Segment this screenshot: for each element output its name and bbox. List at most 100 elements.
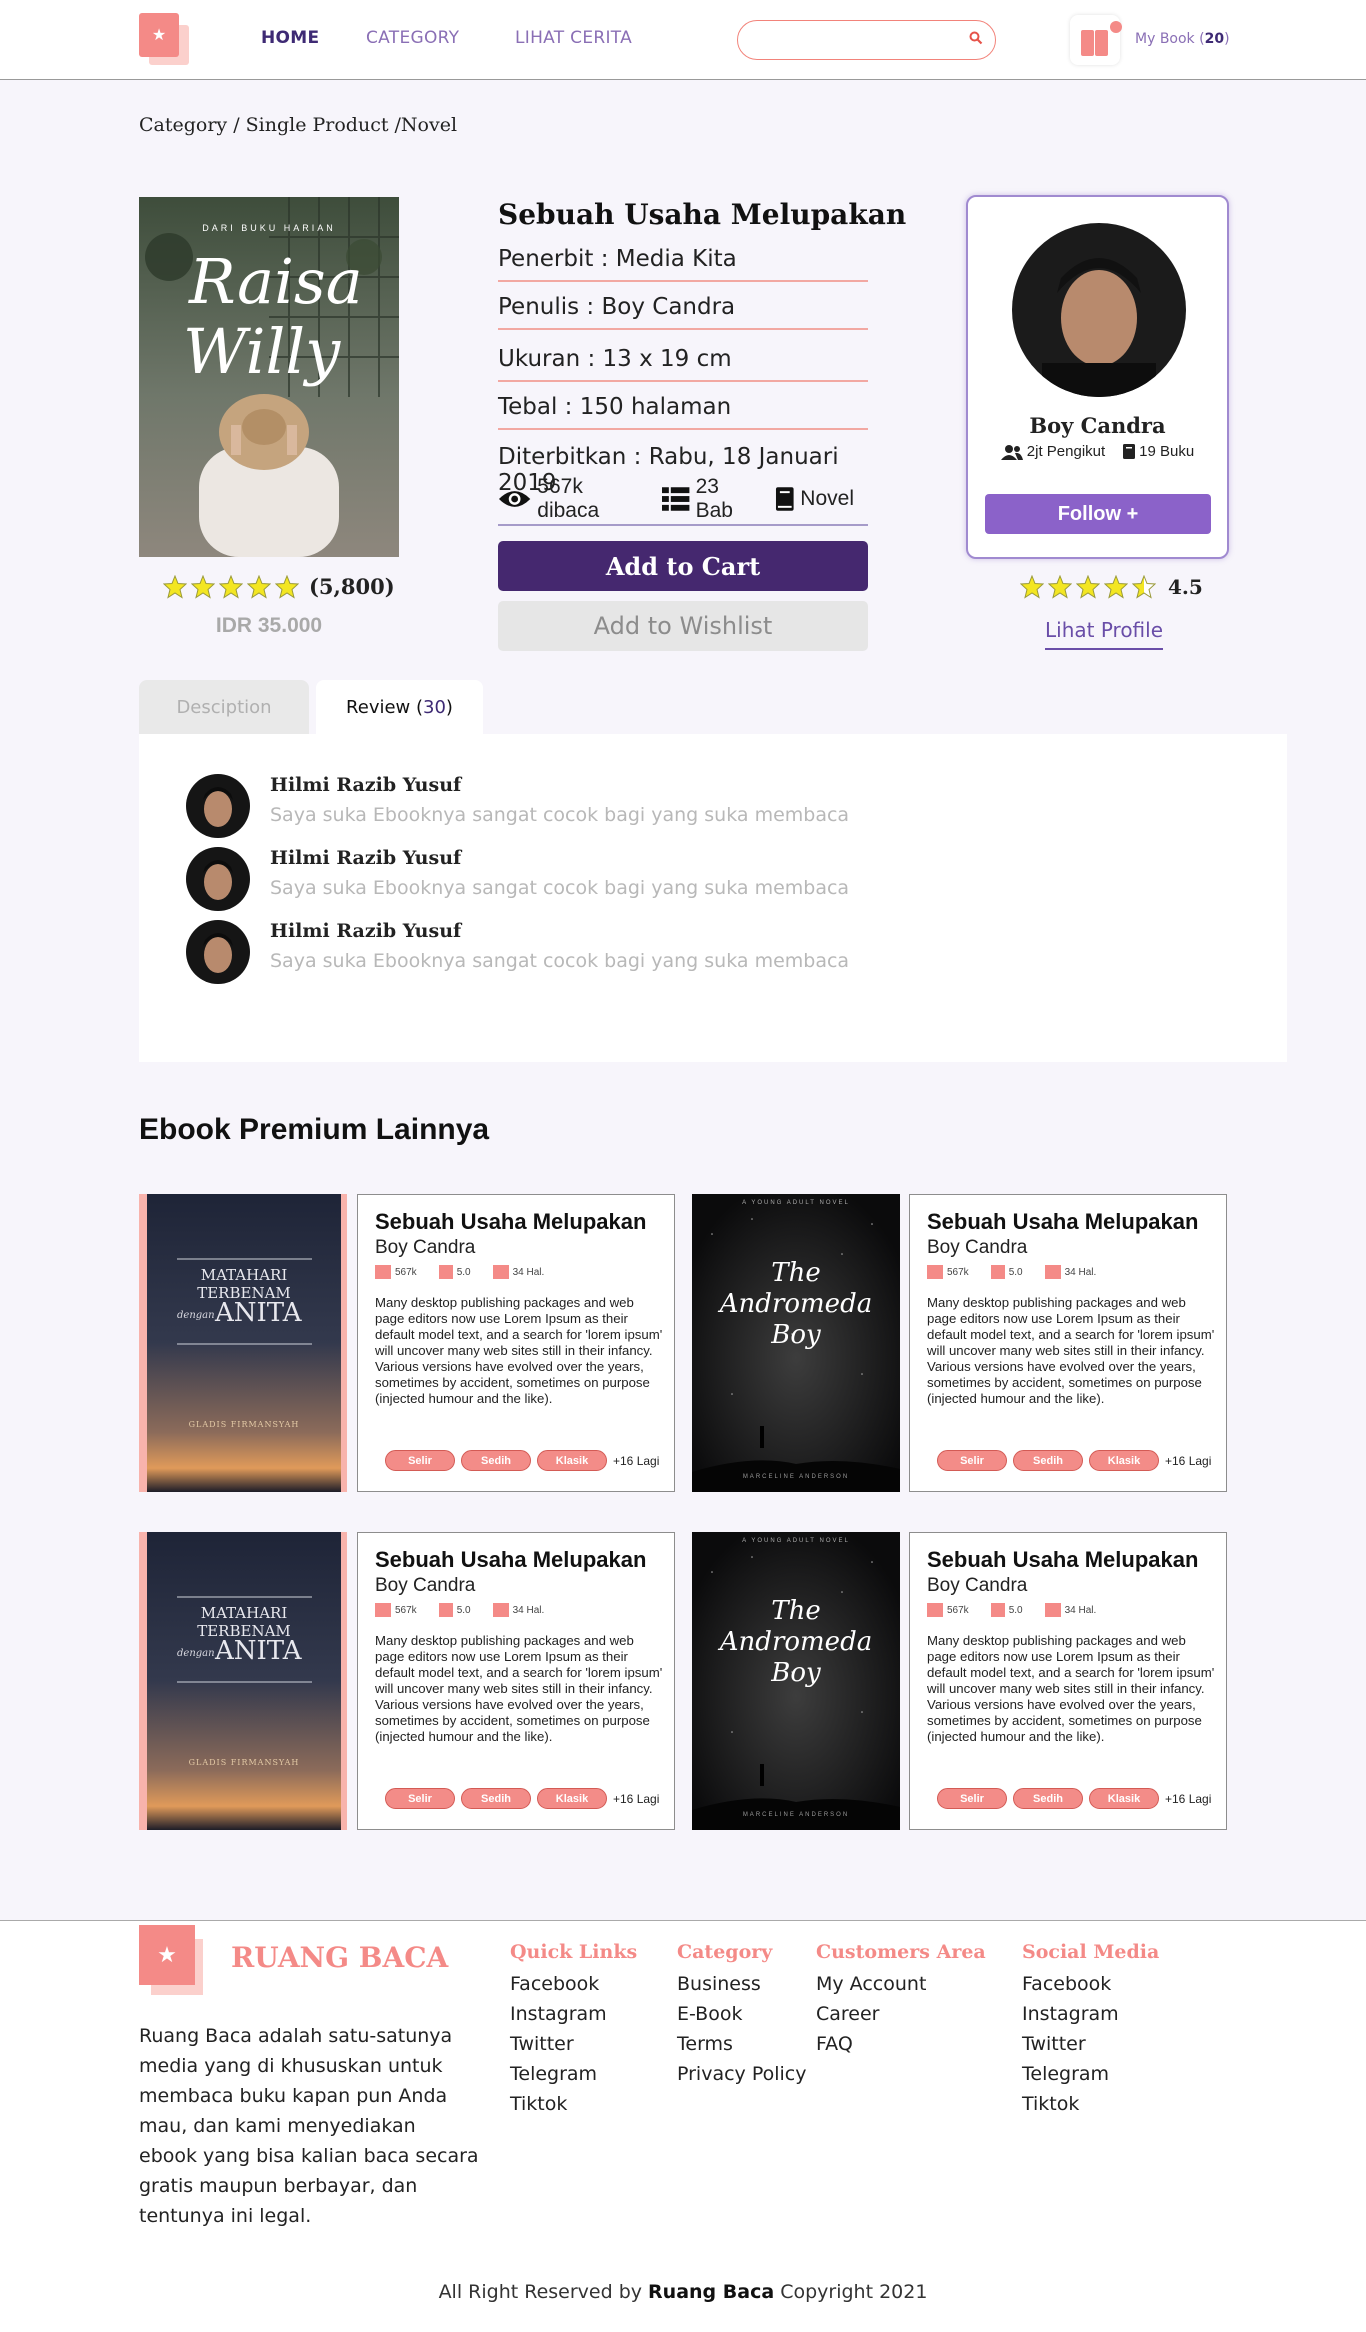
tag[interactable]: Selir <box>937 1450 1007 1471</box>
more-tags[interactable]: +16 Lagi <box>613 1454 659 1468</box>
cover-title: ANITA <box>215 1298 302 1328</box>
genre-label: Novel <box>800 487 854 510</box>
rating-count: (5,800) <box>309 574 395 599</box>
author-stats: 2jt Pengikut 19 Buku <box>968 443 1227 460</box>
reviewer-avatar <box>186 920 250 984</box>
cover-title: dengan <box>177 1310 215 1321</box>
nav-home[interactable]: HOME <box>261 28 319 48</box>
footer-link[interactable]: Telegram <box>510 2059 637 2089</box>
book-card[interactable]: Sebuah Usaha Melupakan Boy Candra 567k 5… <box>909 1194 1227 1492</box>
cover-title: MATAHARI <box>200 1604 288 1622</box>
book-card[interactable]: Sebuah Usaha Melupakan Boy Candra 567k 5… <box>909 1532 1227 1830</box>
star-icon <box>275 574 299 599</box>
book-title: Sebuah Usaha Melupakan <box>375 1209 647 1234</box>
more-tags[interactable]: +16 Lagi <box>1165 1454 1211 1468</box>
nav-category[interactable]: CATEGORY <box>366 28 459 48</box>
footer-link[interactable]: Instagram <box>510 1999 637 2029</box>
footer-link[interactable]: Instagram <box>1022 1999 1159 2029</box>
tab-review[interactable]: Review (30) <box>316 680 483 734</box>
half-star-icon <box>1132 575 1156 599</box>
tag[interactable]: Selir <box>385 1788 455 1809</box>
follow-button[interactable]: Follow + <box>985 494 1211 534</box>
footer-link[interactable]: Business <box>677 1969 806 1999</box>
footer-link[interactable]: Career <box>816 1999 986 2029</box>
footer-link[interactable]: Tiktok <box>510 2089 637 2119</box>
tag[interactable]: Klasik <box>537 1450 607 1471</box>
star-icon <box>247 574 271 599</box>
search-icon[interactable] <box>969 31 983 45</box>
mybook-link[interactable]: My Book (20) <box>1135 31 1230 47</box>
tag[interactable]: Sedih <box>461 1450 531 1471</box>
footer-link[interactable]: Telegram <box>1022 2059 1159 2089</box>
footer-link[interactable]: Facebook <box>1022 1969 1159 1999</box>
view-profile-link[interactable]: Lihat Profile <box>1045 618 1164 650</box>
mybook-count: 20 <box>1204 31 1225 47</box>
footer-link[interactable]: Tiktok <box>1022 2089 1159 2119</box>
footer-link[interactable]: My Account <box>816 1969 986 1999</box>
footer-link[interactable]: Privacy Policy <box>677 2059 806 2089</box>
chapter-count: 23 Bab <box>695 475 733 522</box>
book-title: Sebuah Usaha Melupakan <box>375 1547 647 1572</box>
tag[interactable]: Sedih <box>461 1788 531 1809</box>
author-card: Boy Candra 2jt Pengikut 19 Buku Follow + <box>966 195 1229 559</box>
book-cover[interactable]: A YOUNG ADULT NOVEL The Andromeda Boy MA… <box>692 1532 900 1830</box>
reviewer-name: Hilmi Razib Yusuf <box>270 774 462 796</box>
book-cover[interactable]: MATAHARI TERBENAM dengan ANITA GLADIS FI… <box>139 1194 347 1492</box>
review-count: 30 <box>423 696 446 718</box>
list-icon <box>1044 1603 1061 1617</box>
review-text: Saya suka Ebooknya sangat cocok bagi yan… <box>270 804 850 826</box>
tag[interactable]: Selir <box>385 1450 455 1471</box>
grid-icon <box>375 1265 391 1279</box>
author-rating: 4.5 <box>1020 575 1203 599</box>
book-card[interactable]: Sebuah Usaha Melupakan Boy Candra 567k 5… <box>357 1194 675 1492</box>
cover-label-top: A YOUNG ADULT NOVEL <box>742 1538 850 1544</box>
cover-label-top: DARI BUKU HARIAN <box>202 223 336 233</box>
cover-title: dengan <box>177 1648 215 1659</box>
cover-author: MARCELINE ANDERSON <box>742 1812 850 1818</box>
footer-link[interactable]: FAQ <box>816 2029 986 2059</box>
star-icon <box>1076 575 1100 599</box>
nav-lihat-cerita[interactable]: LIHAT CERITA <box>515 28 632 48</box>
more-tags[interactable]: +16 Lagi <box>1165 1792 1211 1806</box>
book-stats: 567k 5.0 34 Hal. <box>375 1265 566 1279</box>
notification-dot <box>1110 21 1122 33</box>
tag[interactable]: Sedih <box>1013 1450 1083 1471</box>
footer-quick-links: Quick Links Facebook Instagram Twitter T… <box>510 1941 637 2119</box>
breadcrumb: Category / Single Product /Novel <box>139 114 458 136</box>
rating-icon <box>438 1265 453 1279</box>
reviewer-name: Hilmi Razib Yusuf <box>270 920 462 942</box>
add-to-wishlist-button[interactable]: Add to Wishlist <box>498 601 868 651</box>
tab-description[interactable]: Desciption <box>139 680 309 734</box>
book-cover[interactable]: MATAHARI TERBENAM dengan ANITA GLADIS FI… <box>139 1532 347 1830</box>
list-icon <box>662 487 690 511</box>
more-tags[interactable]: +16 Lagi <box>613 1792 659 1806</box>
book-author: Boy Candra <box>375 1575 476 1596</box>
book-card[interactable]: Sebuah Usaha Melupakan Boy Candra 567k 5… <box>357 1532 675 1830</box>
product-pages: Tebal : 150 halaman <box>498 394 868 430</box>
footer-logo[interactable]: ★ <box>139 1925 203 1997</box>
product-meta: 567k dibaca 23 Bab Novel <box>498 475 868 526</box>
footer-customers-area: Customers Area My Account Career FAQ <box>816 1941 986 2059</box>
logo[interactable]: ★ <box>139 13 191 67</box>
footer-link[interactable]: Facebook <box>510 1969 637 1999</box>
add-to-cart-button[interactable]: Add to Cart <box>498 541 868 591</box>
mybook-icon[interactable] <box>1070 15 1122 65</box>
footer-link[interactable]: E-Book <box>677 1999 806 2029</box>
reviewer-avatar <box>186 847 250 911</box>
rating-icon <box>990 1603 1005 1617</box>
book-stats: 567k 5.0 34 Hal. <box>375 1603 566 1617</box>
book-cover[interactable]: A YOUNG ADULT NOVEL The Andromeda Boy MA… <box>692 1194 900 1492</box>
cover-title: Andromeda <box>719 1289 873 1319</box>
tag[interactable]: Sedih <box>1013 1788 1083 1809</box>
list-icon <box>492 1603 509 1617</box>
tag[interactable]: Klasik <box>1089 1450 1159 1471</box>
tag[interactable]: Selir <box>937 1788 1007 1809</box>
search-input[interactable] <box>737 20 996 60</box>
footer-link[interactable]: Terms <box>677 2029 806 2059</box>
tag[interactable]: Klasik <box>1089 1788 1159 1809</box>
cover-author: MARCELINE ANDERSON <box>742 1474 850 1480</box>
footer-link[interactable]: Twitter <box>1022 2029 1159 2059</box>
footer-link[interactable]: Twitter <box>510 2029 637 2059</box>
tag[interactable]: Klasik <box>537 1788 607 1809</box>
copyright: All Right Reserved by Ruang Baca Copyrig… <box>438 2281 928 2303</box>
